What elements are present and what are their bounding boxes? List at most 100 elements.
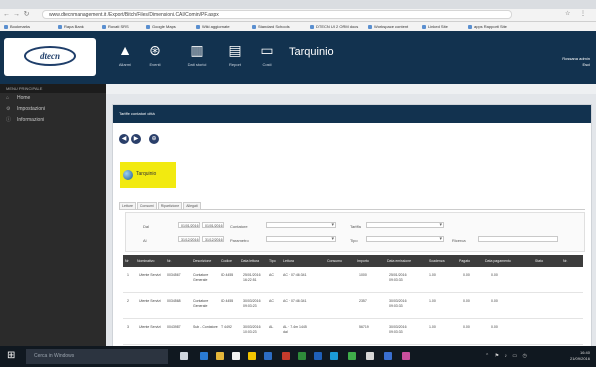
excel-icon[interactable] [298, 352, 306, 360]
url-input[interactable]: www.dtecnmanagement.it /Export/Bitch/Fil… [42, 10, 512, 19]
table-cell: 0.00 [463, 273, 470, 277]
bookmark-star-icon[interactable]: ☆ [565, 10, 570, 17]
bookmark-item[interactable]: Google Maps [146, 23, 176, 30]
bookmark-item[interactable]: DTECN UI 2 ORM docs [310, 23, 358, 30]
logout-link[interactable]: Esci [562, 62, 590, 68]
bookmark-item[interactable]: Wiki aggiornate [196, 23, 230, 30]
browser-tab-strip [0, 0, 596, 9]
tipo-label: Tipo [350, 238, 358, 243]
bookmark-item[interactable]: Rovati SRS [102, 23, 129, 30]
table-cell: 56719 [359, 325, 369, 329]
sidebar: MENU PRINCIPALE ⌂ Home ⚙ Impostazioni ⓘ Inf… [0, 84, 106, 346]
column-header[interactable]: Data lettura [241, 255, 259, 267]
data-grid: Nr Nominativo Nr. Descrizione Codice Data let… [123, 255, 583, 345]
tab-ripartizione[interactable]: Ripartizione [157, 202, 183, 209]
table-row[interactable]: 2 Utente Servizi 0034568 Contatore Generale… [123, 293, 583, 319]
next-button[interactable]: ▶ [131, 134, 141, 144]
reload-icon[interactable]: ↻ [23, 11, 30, 18]
sidebar-item-home[interactable]: ⌂ Home [0, 93, 106, 104]
column-header[interactable]: Tipo [269, 255, 276, 267]
history-icon[interactable]: ▥ Dati storici [184, 40, 210, 67]
tariffa-select[interactable] [366, 222, 444, 228]
lifebuoy-icon[interactable]: ⊛ Eventi [142, 40, 168, 67]
table-cell: Utente Servizi [139, 325, 161, 329]
task-view-icon[interactable] [180, 352, 188, 360]
dal-time-input[interactable]: 01/01/2016 [202, 222, 224, 228]
prev-button[interactable]: ◀ [119, 134, 129, 144]
browser-menu-icon[interactable]: ⋮ [580, 10, 586, 17]
bookmark-item[interactable]: apps Rapporti Site [468, 23, 507, 30]
contatore-select[interactable] [266, 222, 336, 228]
tab-letture[interactable]: Letture [119, 202, 136, 209]
grid-header: Nr Nominativo Nr. Descrizione Codice Data let… [123, 255, 583, 267]
column-header[interactable]: Data emissione [387, 255, 411, 267]
bookmark-item[interactable]: Rapa Bank [58, 23, 84, 30]
system-tray-icons[interactable]: ⌃ ⚑ ♪ ▭ ◷ [485, 353, 529, 359]
page-title: Tarquinio [289, 46, 334, 58]
column-header[interactable]: Pagato [459, 255, 470, 267]
clock-date: 21/09/2016 [569, 356, 590, 361]
taskbar-search-input[interactable]: Cerca in Windows [26, 349, 168, 364]
tab-consumi[interactable]: Consumi [136, 202, 157, 209]
table-cell: 2357 [359, 299, 367, 303]
alarm-icon[interactable]: ▲ Allarmi [112, 40, 138, 67]
forward-icon[interactable]: → [13, 11, 20, 18]
folder-icon[interactable] [216, 352, 224, 360]
bookmark-item[interactable]: Bookmarks [4, 23, 30, 30]
mail-icon[interactable] [264, 352, 272, 360]
dal-date-input[interactable]: 01/01/2016 [178, 222, 200, 228]
column-header[interactable]: Importo [357, 255, 369, 267]
back-icon[interactable]: ← [3, 11, 10, 18]
column-header[interactable]: Stato [535, 255, 543, 267]
tab-allegati[interactable]: Allegati [183, 202, 201, 209]
store-icon[interactable] [232, 352, 240, 360]
sidebar-item-settings[interactable]: ⚙ Impostazioni [0, 104, 106, 115]
bookmark-item[interactable]: Standard Schools [252, 23, 290, 30]
app-icon[interactable] [282, 352, 290, 360]
windows-start-icon[interactable]: ⊞ [7, 351, 15, 361]
sidebar-item-info[interactable]: ⓘ Informazioni [0, 115, 106, 126]
bookmark-item[interactable]: Linked Site [422, 23, 448, 30]
tipo-select[interactable] [366, 236, 444, 242]
column-header[interactable]: Codice [221, 255, 232, 267]
table-row[interactable]: 3 Utente Servizi 0043987 Sub - Contatore T 4… [123, 319, 583, 345]
table-cell: 30/03/2016 09:03:23 [243, 299, 261, 308]
column-header[interactable]: Nr [125, 255, 129, 267]
column-header[interactable]: Consumo [327, 255, 342, 267]
skype-icon[interactable] [330, 352, 338, 360]
table-cell: 30/03/2016 10:03:23 [243, 325, 261, 334]
table-cell: Sub - Contatore [193, 325, 218, 329]
app-icon[interactable] [402, 352, 410, 360]
column-header[interactable]: Scadenza [429, 255, 445, 267]
sidebar-heading: MENU PRINCIPALE [0, 84, 106, 93]
column-header[interactable]: Descrizione [193, 255, 211, 267]
clock[interactable]: 16:40 21/09/2016 [570, 350, 590, 362]
add-button[interactable]: ⊕ [149, 134, 159, 144]
card-icon[interactable]: ▭ Costi [254, 40, 280, 67]
ricerca-input[interactable] [478, 236, 558, 242]
logo[interactable]: dtecn [4, 38, 96, 76]
word-icon[interactable] [314, 352, 322, 360]
al-date-input[interactable]: 31/12/2016 [178, 236, 200, 242]
bookmark-item[interactable]: Workspace content [368, 23, 408, 30]
app-icon[interactable] [366, 352, 374, 360]
table-row[interactable]: 1 Utente Servizi 0034567 Contatore Generale… [123, 267, 583, 293]
top-strip [106, 84, 596, 94]
user-info[interactable]: Rossana admin Esci [562, 56, 590, 68]
site-tile[interactable]: Tarquinio [120, 162, 176, 188]
table-cell: 1000 [359, 273, 367, 277]
column-header[interactable]: Nr. [167, 255, 171, 267]
chrome-icon[interactable] [248, 352, 256, 360]
column-header[interactable]: Lettura [283, 255, 294, 267]
column-header[interactable]: Nominativo [137, 255, 155, 267]
table-cell: 0034568 [167, 299, 181, 303]
report-icon[interactable]: ▤ Report [222, 40, 248, 67]
parametro-select[interactable] [266, 236, 336, 242]
parametro-label: Parametro [230, 238, 249, 243]
al-time-input[interactable]: 31/12/2016 [202, 236, 224, 242]
app-icon[interactable] [348, 352, 356, 360]
app-icon[interactable] [384, 352, 392, 360]
column-header[interactable]: Nr. [563, 255, 567, 267]
column-header[interactable]: Data pagamento [485, 255, 511, 267]
edge-icon[interactable] [200, 352, 208, 360]
